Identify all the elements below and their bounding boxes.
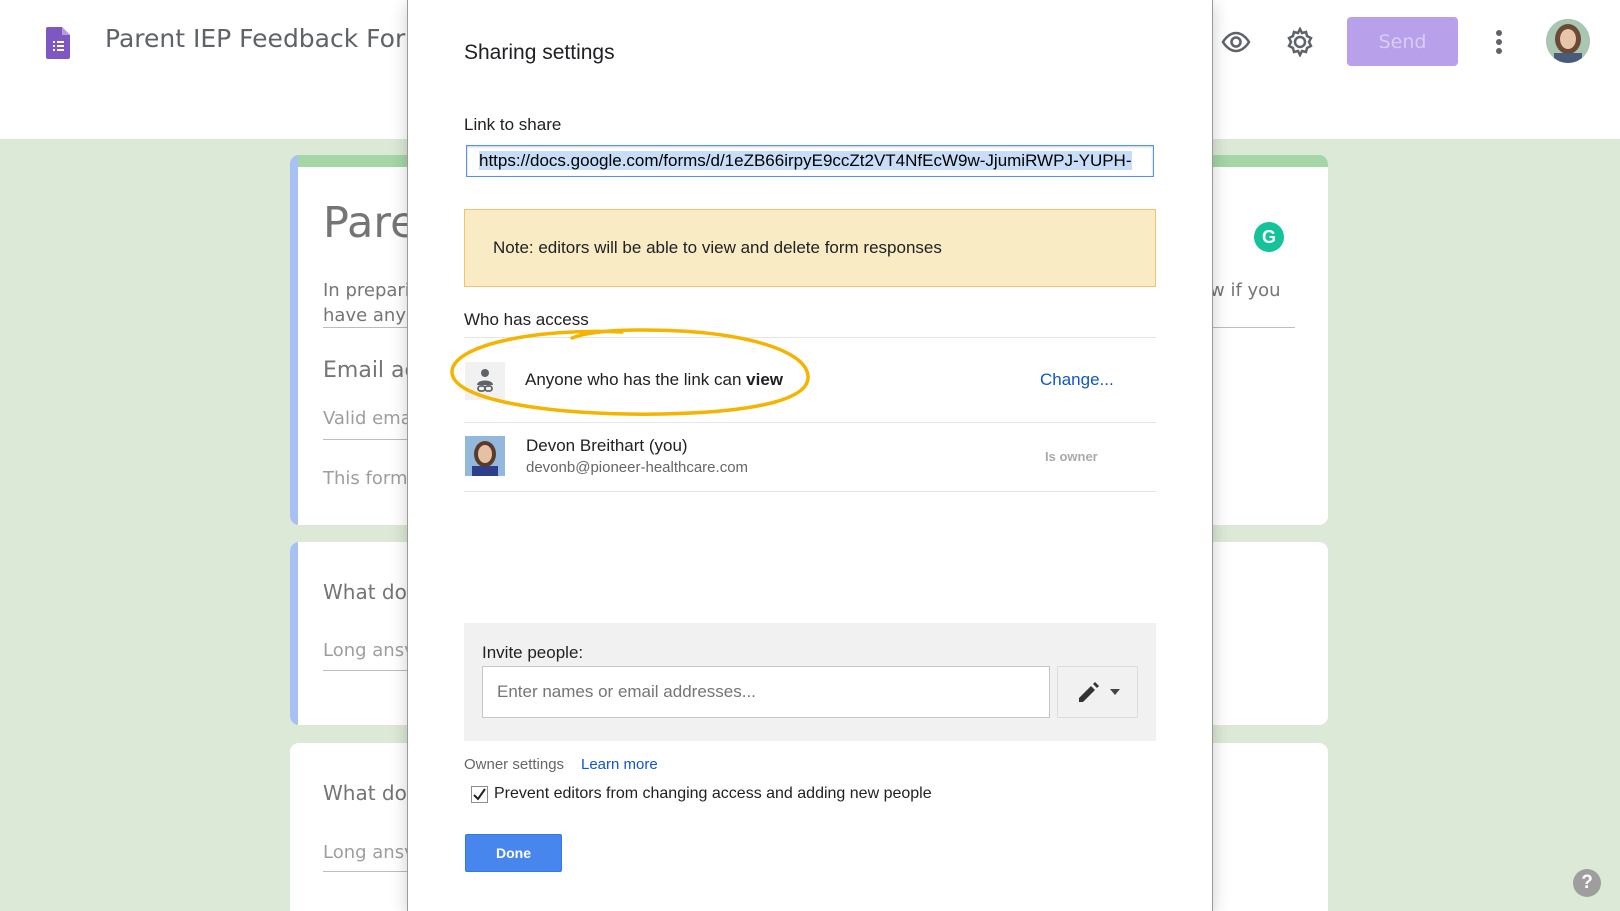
card-left-accent [290,155,298,525]
email-placeholder: Valid ema [323,408,412,429]
owner-role-label: Is owner [1045,449,1098,464]
access-divider-bottom [464,491,1156,492]
invite-people-input[interactable] [482,666,1050,718]
settings-gear-icon[interactable] [1282,24,1318,60]
owner-name: Devon Breithart (you) [526,436,688,455]
question-1-hint: Long ansv [323,640,415,661]
send-button[interactable]: Send [1347,17,1458,66]
done-button[interactable]: Done [465,834,562,872]
share-link-text: https://docs.google.com/forms/d/1eZB66ir… [479,151,1132,170]
change-access-link[interactable]: Change... [1040,370,1114,390]
forms-logo-icon[interactable] [46,27,70,59]
prevent-editors-label[interactable]: Prevent editors from changing access and… [494,785,932,803]
invite-people-label: Invite people: [482,643,584,662]
editor-note-text: Note: editors will be able to view and d… [493,238,942,257]
who-has-access-heading: Who has access [464,310,589,329]
owner-email: devonb@pioneer-healthcare.com [526,459,749,476]
sharing-settings-dialog: Sharing settings Link to share https://d… [407,0,1213,911]
checkmark-icon [473,788,486,801]
link-access-text: Anyone who has the link can [525,370,742,389]
grammarly-icon[interactable]: G [1254,222,1284,252]
invite-people-panel: Invite people: [464,623,1156,741]
permission-dropdown-button[interactable] [1057,666,1138,718]
preview-eye-icon[interactable] [1218,24,1254,60]
learn-more-link[interactable]: Learn more [581,756,658,773]
question-2-hint: Long ansv [323,842,415,863]
question-2-underline [323,871,409,872]
question-1-title: What do [323,580,407,604]
share-link-field[interactable]: https://docs.google.com/forms/d/1eZB66ir… [466,145,1154,177]
form-title-text: Pare [323,198,417,248]
more-vert-icon[interactable] [1481,24,1517,60]
help-icon[interactable]: ? [1573,869,1601,897]
caret-down-icon [1109,689,1120,695]
email-underline [323,439,409,440]
owner-settings-label: Owner settings [464,756,565,773]
edit-pencil-icon [1078,682,1099,702]
document-title[interactable]: Parent IEP Feedback For [105,24,405,53]
prevent-editors-checkbox[interactable] [471,786,488,803]
link-access-level: view [746,370,784,389]
email-question-title: Email ac [323,358,417,383]
account-avatar[interactable] [1546,19,1590,63]
editor-note-banner: Note: editors will be able to view and d… [464,209,1156,287]
link-access-description: Anyone who has the link can view [525,370,783,390]
form-collecting-note: This form [323,468,408,489]
access-divider-mid [464,422,1156,423]
access-divider-top [464,337,1156,338]
form-description-right: w if you [1210,280,1281,301]
dialog-title: Sharing settings [464,41,615,64]
question-1-underline [323,670,409,671]
question-2-title: What do [323,781,407,805]
card-left-accent [290,542,298,725]
link-to-share-label: Link to share [464,115,562,134]
owner-avatar [465,436,505,476]
link-access-icon [465,362,505,400]
